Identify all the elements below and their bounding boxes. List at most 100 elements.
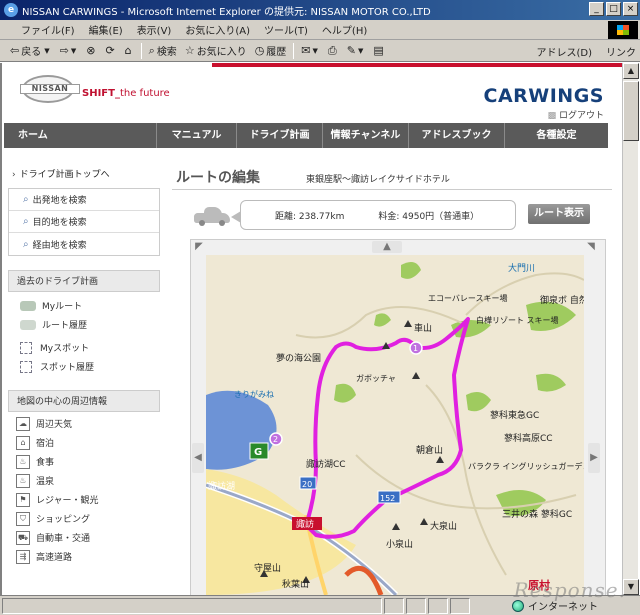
back-arrow-icon: ⇦ bbox=[10, 44, 20, 57]
leisure-icon: ⚑ bbox=[16, 492, 30, 507]
menu-tools[interactable]: ツール(T) bbox=[257, 22, 315, 37]
carwings-logo[interactable]: CARWINGS bbox=[484, 85, 605, 107]
mail-button[interactable]: ✉ ▼ bbox=[297, 42, 324, 60]
svg-text:小泉山: 小泉山 bbox=[386, 538, 413, 550]
menu-help[interactable]: ヘルプ(H) bbox=[315, 22, 374, 37]
spot-history-link[interactable]: スポット履歴 bbox=[8, 357, 160, 376]
menu-bar: ファイル(F) 編集(E) 表示(V) お気に入り(A) ツール(T) ヘルプ(… bbox=[0, 20, 640, 40]
car-icon bbox=[194, 207, 230, 226]
nav-settings[interactable]: 各種設定 bbox=[504, 123, 608, 148]
search-icon: ⌕ bbox=[148, 43, 155, 57]
nearby-food[interactable]: ♨ 食事 bbox=[8, 452, 160, 471]
history-icon: ◷ bbox=[254, 44, 265, 57]
page-scrollbar[interactable]: ▲ ▼ bbox=[622, 63, 639, 595]
svg-text:蓼科高原CC: 蓼科高原CC bbox=[504, 432, 553, 444]
svg-text:諏訪: 諏訪 bbox=[296, 518, 314, 530]
nearby-transport[interactable]: ⛟ 自動車・交通 bbox=[8, 528, 160, 547]
route-history-link[interactable]: ルート履歴 bbox=[8, 315, 160, 334]
search-icon: ⌕ bbox=[23, 238, 29, 250]
pan-up-button[interactable]: ▲ bbox=[372, 241, 402, 253]
favorites-button[interactable]: ☆ お気に入り bbox=[181, 42, 251, 60]
home-icon: ⌂ bbox=[124, 44, 132, 57]
search-destination[interactable]: ⌕ 目的地を検索 bbox=[9, 211, 159, 233]
history-button[interactable]: ◷ 履歴 bbox=[251, 42, 291, 60]
menu-favorites[interactable]: お気に入り(A) bbox=[178, 22, 257, 37]
nearby-onsen[interactable]: ♨ 温泉 bbox=[8, 471, 160, 490]
svg-text:きりがみね: きりがみね bbox=[234, 389, 274, 399]
nearby-box: 地図の中心の周辺情報 ☁ 周辺天気 ⌂ 宿泊 ♨ 食事 ♨ 温泉 ⚑ レジャー・観光 ⛉ シ… bbox=[8, 390, 160, 566]
links-label[interactable]: リンク bbox=[606, 42, 636, 60]
drive-plan-top-link[interactable]: ドライブ計画トップへ bbox=[8, 167, 160, 180]
forward-button[interactable]: ⇨ ▼ bbox=[56, 42, 83, 60]
maximize-button[interactable]: □ bbox=[606, 2, 621, 16]
toolbar: ⇦ 戻る ▼ ⇨ ▼ ⊗ ⟳ ⌂ ⌕ 検索 ☆ お気に入り ◷ 履歴 ✉ ▼ ⎙ ✎ ▼ ▤ ア… bbox=[0, 40, 640, 62]
search-button[interactable]: ⌕ 検索 bbox=[145, 42, 181, 60]
home-button[interactable]: ⌂ bbox=[121, 42, 138, 60]
nav-info-channel[interactable]: 情報チャンネル bbox=[322, 123, 408, 148]
nearby-lodging[interactable]: ⌂ 宿泊 bbox=[8, 433, 160, 452]
svg-text:車山: 車山 bbox=[414, 322, 432, 334]
nearby-weather[interactable]: ☁ 周辺天気 bbox=[8, 414, 160, 433]
menu-file[interactable]: ファイル(F) bbox=[14, 22, 82, 37]
dropdown-icon: ▼ bbox=[44, 46, 50, 55]
svg-text:三井の森 蓼科GC: 三井の森 蓼科GC bbox=[502, 508, 572, 520]
scroll-thumb[interactable] bbox=[623, 81, 639, 141]
dropdown-icon: ▼ bbox=[357, 46, 364, 55]
edit-button[interactable]: ✎ ▼ bbox=[343, 42, 370, 60]
pan-right-button[interactable]: ▶ bbox=[588, 443, 600, 473]
address-label[interactable]: アドレス(D) bbox=[536, 42, 592, 60]
route-distance: 距離: 238.77km bbox=[275, 211, 345, 222]
svg-text:2: 2 bbox=[273, 435, 278, 444]
print-icon: ⎙ bbox=[327, 43, 337, 57]
browser-viewport: NISSAN SHIFT_the future CARWINGS ▩ ログアウト… bbox=[0, 63, 622, 595]
logout-link[interactable]: ▩ ログアウト bbox=[548, 108, 604, 121]
stop-icon: ⊗ bbox=[86, 44, 96, 57]
weather-icon: ☁ bbox=[16, 416, 30, 431]
site-header: NISSAN SHIFT_the future CARWINGS ▩ ログアウト bbox=[2, 63, 622, 123]
windows-logo-icon bbox=[608, 21, 638, 39]
svg-text:朝倉山: 朝倉山 bbox=[416, 444, 443, 456]
svg-text:守屋山: 守屋山 bbox=[254, 562, 281, 574]
my-route-link[interactable]: Myルート bbox=[8, 296, 160, 315]
nissan-logo[interactable]: NISSAN bbox=[20, 75, 80, 103]
nav-drive-plan[interactable]: ドライブ計画 bbox=[236, 123, 322, 148]
route-history-icon bbox=[20, 319, 36, 330]
menu-edit[interactable]: 編集(E) bbox=[82, 22, 130, 37]
search-origin[interactable]: ⌕ 出発地を検索 bbox=[9, 189, 159, 211]
title-divider bbox=[172, 189, 612, 190]
nearby-leisure[interactable]: ⚑ レジャー・観光 bbox=[8, 490, 160, 509]
route-map[interactable]: 1 2 G 大門川 エコーバレースキー場 白樺リゾート スキー場 御泉ボ 自然園… bbox=[206, 255, 584, 595]
title-bar: e NISSAN CARWINGS - Microsoft Internet E… bbox=[0, 0, 640, 20]
nav-address-book[interactable]: アドレスブック bbox=[408, 123, 504, 148]
svg-text:1: 1 bbox=[413, 344, 418, 353]
nav-manual[interactable]: マニュアル bbox=[156, 123, 236, 148]
menu-view[interactable]: 表示(V) bbox=[130, 22, 179, 37]
stop-button[interactable]: ⊗ bbox=[82, 42, 101, 60]
pan-left-button[interactable]: ◀ bbox=[192, 443, 204, 473]
my-spot-link[interactable]: Myスポット bbox=[8, 338, 160, 357]
discuss-button[interactable]: ▤ bbox=[369, 42, 389, 60]
minimize-button[interactable]: _ bbox=[589, 2, 604, 16]
back-button[interactable]: ⇦ 戻る ▼ bbox=[6, 42, 56, 60]
past-plans-box: 過去のドライブ計画 Myルート ルート履歴 Myスポット スポット履歴 bbox=[8, 270, 160, 376]
print-button[interactable]: ⎙ bbox=[324, 42, 343, 60]
nearby-highway[interactable]: ⇶ 高速道路 bbox=[8, 547, 160, 566]
pan-up-left-button[interactable]: ◤ bbox=[192, 241, 206, 253]
close-button[interactable]: × bbox=[623, 2, 638, 16]
window-title: NISSAN CARWINGS - Microsoft Internet Exp… bbox=[22, 6, 431, 18]
nearby-shopping[interactable]: ⛉ ショッピング bbox=[8, 509, 160, 528]
map-canvas: 1 2 G 大門川 エコーバレースキー場 白樺リゾート スキー場 御泉ボ 自然園… bbox=[206, 255, 584, 595]
svg-text:ガボッチャ: ガボッチャ bbox=[356, 373, 396, 383]
search-waypoint[interactable]: ⌕ 経由地を検索 bbox=[9, 233, 159, 255]
car-icon: ⛟ bbox=[16, 530, 30, 545]
route-icon bbox=[20, 300, 36, 311]
scroll-up-button[interactable]: ▲ bbox=[623, 63, 639, 79]
pan-up-right-button[interactable]: ◥ bbox=[584, 241, 598, 253]
nav-home[interactable]: ホーム bbox=[4, 123, 76, 148]
route-display-button[interactable]: ルート表示 bbox=[528, 204, 590, 224]
refresh-button[interactable]: ⟳ bbox=[101, 42, 120, 60]
svg-text:諏訪湖: 諏訪湖 bbox=[208, 480, 235, 492]
spot-history-icon bbox=[20, 360, 32, 373]
tagline: SHIFT_the future bbox=[82, 88, 170, 99]
svg-text:20: 20 bbox=[302, 480, 312, 489]
